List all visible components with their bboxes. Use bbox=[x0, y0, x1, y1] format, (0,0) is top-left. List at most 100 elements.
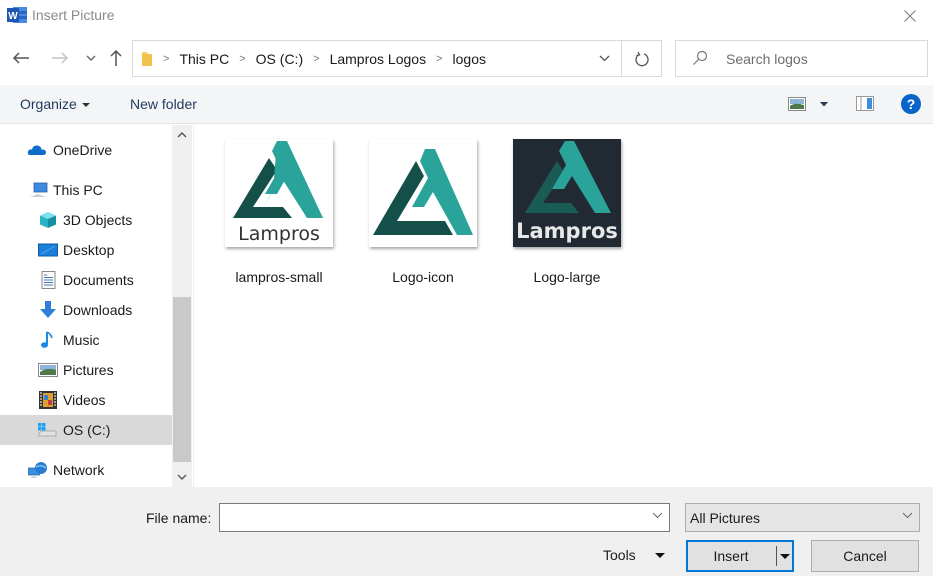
breadcrumb-separator: > bbox=[313, 52, 320, 65]
window-title: Insert Picture bbox=[32, 7, 115, 23]
change-view-icon[interactable] bbox=[788, 97, 806, 111]
nav-item-label: Documents bbox=[63, 272, 134, 288]
split-divider bbox=[776, 546, 777, 566]
breadcrumb-separator: > bbox=[239, 52, 246, 65]
preview-pane-icon[interactable] bbox=[856, 96, 874, 111]
help-icon[interactable]: ? bbox=[901, 94, 921, 114]
nav-item-label: OS (C:) bbox=[63, 422, 111, 438]
image-thumbnail bbox=[369, 139, 477, 247]
breadcrumb-this-pc[interactable]: This PC bbox=[179, 51, 229, 67]
pictures-icon bbox=[38, 363, 58, 377]
nav-item-label: OneDrive bbox=[53, 142, 113, 158]
file-name-input[interactable] bbox=[220, 504, 640, 531]
nav-item-label: Downloads bbox=[63, 302, 133, 318]
refresh-icon bbox=[634, 51, 649, 66]
desktop-icon bbox=[38, 243, 58, 257]
file-type-select[interactable]: All Pictures bbox=[685, 503, 920, 532]
nav-item-label: 3D Objects bbox=[63, 212, 133, 228]
up-arrow-icon bbox=[110, 49, 122, 66]
organize-button[interactable]: Organize bbox=[20, 96, 90, 112]
music-icon bbox=[41, 331, 53, 348]
image-thumbnail: Lampros bbox=[513, 139, 621, 247]
organize-label: Organize bbox=[20, 96, 77, 112]
insert-options-dropdown[interactable] bbox=[778, 542, 792, 570]
folder-icon bbox=[142, 51, 152, 66]
forward-arrow-icon bbox=[52, 52, 69, 64]
videos-icon bbox=[39, 391, 57, 409]
image-thumbnail: Lampros bbox=[225, 139, 333, 247]
address-bar[interactable]: > This PC > OS (C:) > Lampros Logos > lo… bbox=[132, 40, 662, 77]
new-folder-button[interactable]: New folder bbox=[130, 96, 197, 112]
file-name-combobox[interactable] bbox=[219, 503, 670, 532]
drive-icon bbox=[38, 423, 57, 437]
downloads-icon bbox=[40, 301, 56, 318]
onedrive-cloud-icon bbox=[27, 145, 46, 155]
nav-item-os-c[interactable]: OS (C:) bbox=[0, 415, 172, 445]
word-icon: W bbox=[7, 7, 27, 23]
file-name: lampros-small bbox=[235, 269, 323, 285]
caret-down-icon bbox=[81, 103, 90, 108]
nav-item-onedrive[interactable]: OneDrive bbox=[0, 135, 172, 165]
file-name-label: File name: bbox=[146, 510, 212, 526]
breadcrumb-lampros-logos[interactable]: Lampros Logos bbox=[330, 51, 427, 67]
refresh-button[interactable] bbox=[621, 41, 661, 76]
close-button[interactable] bbox=[887, 0, 933, 32]
file-item[interactable]: Lampros lampros-small bbox=[214, 137, 334, 285]
nav-item-label: Videos bbox=[63, 392, 106, 408]
chevron-down-icon bbox=[86, 55, 96, 61]
chevron-down-icon[interactable] bbox=[652, 512, 663, 519]
scroll-thumb[interactable] bbox=[173, 297, 191, 462]
search-input[interactable] bbox=[726, 41, 921, 76]
logo-wordmark: Lampros bbox=[238, 223, 320, 245]
title-bar: W Insert Picture bbox=[0, 0, 933, 32]
chevron-down-icon bbox=[599, 55, 609, 62]
network-icon bbox=[28, 462, 47, 478]
nav-item-label: Network bbox=[53, 462, 105, 478]
nav-pane-scrollbar[interactable] bbox=[172, 125, 192, 487]
tools-menu-button[interactable]: Tools bbox=[603, 547, 636, 563]
breadcrumb-os-c[interactable]: OS (C:) bbox=[256, 51, 303, 67]
search-icon bbox=[693, 50, 708, 65]
nav-item-downloads[interactable]: Downloads bbox=[0, 295, 172, 325]
view-options-caret-icon[interactable] bbox=[820, 102, 828, 107]
recent-locations-button[interactable] bbox=[79, 46, 103, 70]
scroll-down-button[interactable] bbox=[172, 467, 192, 487]
nav-item-this-pc[interactable]: This PC bbox=[0, 175, 172, 205]
nav-item-documents[interactable]: Documents bbox=[0, 265, 172, 295]
nav-item-3d-objects[interactable]: 3D Objects bbox=[0, 205, 172, 235]
nav-item-label: Pictures bbox=[63, 362, 114, 378]
insert-split-button[interactable]: Insert bbox=[686, 540, 794, 572]
this-pc-icon bbox=[30, 182, 48, 197]
insert-button[interactable]: Insert bbox=[688, 542, 774, 570]
nav-item-pictures[interactable]: Pictures bbox=[0, 355, 172, 385]
address-history-dropdown[interactable] bbox=[587, 41, 621, 76]
documents-icon bbox=[41, 271, 56, 289]
back-button[interactable] bbox=[9, 46, 33, 70]
svg-text:W: W bbox=[8, 11, 18, 22]
file-name: Logo-large bbox=[533, 269, 601, 285]
scroll-up-button[interactable] bbox=[172, 125, 192, 145]
search-box[interactable] bbox=[675, 40, 928, 77]
breadcrumb-separator: > bbox=[436, 52, 443, 65]
file-item[interactable]: Lampros Logo-large bbox=[502, 137, 622, 285]
chevron-down-icon bbox=[177, 474, 187, 480]
file-list: Lampros lampros-small Logo-icon Lampros … bbox=[194, 125, 933, 487]
file-item[interactable]: Logo-icon bbox=[358, 137, 478, 285]
chevron-down-icon bbox=[902, 512, 913, 519]
forward-button[interactable] bbox=[48, 46, 72, 70]
caret-down-icon[interactable] bbox=[655, 553, 665, 558]
nav-item-music[interactable]: Music bbox=[0, 325, 172, 355]
nav-item-videos[interactable]: Videos bbox=[0, 385, 172, 415]
nav-item-network[interactable]: Network bbox=[0, 455, 172, 485]
file-type-value: All Pictures bbox=[690, 510, 761, 526]
up-button[interactable] bbox=[104, 46, 128, 70]
logo-wordmark: Lampros bbox=[516, 219, 618, 243]
breadcrumb-separator: > bbox=[163, 52, 170, 65]
back-arrow-icon bbox=[12, 52, 29, 64]
nav-item-label: This PC bbox=[53, 182, 103, 198]
nav-item-desktop[interactable]: Desktop bbox=[0, 235, 172, 265]
cancel-button[interactable]: Cancel bbox=[811, 540, 919, 572]
breadcrumb-logos[interactable]: logos bbox=[453, 51, 486, 67]
navigation-pane: OneDrive This PC 3D Objects Desktop Docu… bbox=[0, 125, 172, 487]
dialog-footer: File name: All Pictures Tools Insert Can… bbox=[0, 487, 933, 576]
